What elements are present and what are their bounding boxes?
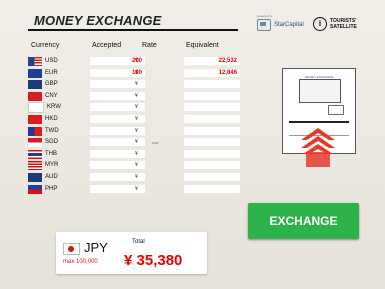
- title-underline: [28, 29, 238, 31]
- starcapital-name: StarCapital: [274, 22, 304, 28]
- currency-code: USD: [45, 58, 58, 64]
- rate-yen-symbol: ¥: [135, 186, 138, 192]
- column-header-equivalent: Equivalent: [186, 42, 219, 49]
- sgd-flag-icon: [28, 137, 42, 147]
- currency-code: TWD: [45, 128, 59, 134]
- total-amount: ¥ 35,380: [124, 252, 183, 269]
- twd-flag-icon: [28, 126, 42, 136]
- rate-yen-symbol: ¥: [135, 162, 138, 168]
- insert-arrow-icon: [301, 128, 335, 167]
- currency-code: THB: [45, 151, 57, 157]
- column-header-rate: Rate: [142, 42, 157, 49]
- eur-flag-icon: [28, 68, 42, 78]
- rate-yen-symbol: ¥: [135, 174, 138, 180]
- rate-yen-symbol: ¥: [135, 104, 138, 110]
- currency-code: HKD: [45, 116, 58, 122]
- starcapital-mark-icon: [257, 19, 271, 31]
- currency-row-twd: TWD¥¥: [28, 126, 240, 136]
- currency-row-thb: THB¥¥: [28, 149, 240, 159]
- brand-line2: SATELLITE: [330, 24, 357, 30]
- krw-flag-icon: [28, 101, 44, 113]
- equivalent-amount-field: [184, 127, 240, 135]
- exchange-button[interactable]: EXCHANGE: [248, 203, 359, 239]
- currency-code: GBP: [45, 81, 58, 87]
- column-header-currency: Currency: [31, 42, 60, 49]
- hkd-flag-icon: [28, 114, 42, 124]
- starcapital-tagline: powered by: [257, 14, 273, 18]
- machine-screen: [299, 79, 341, 103]
- currency-code: PHP: [45, 186, 58, 192]
- rate-yen-symbol: ¥: [135, 93, 138, 99]
- total-currency: JPY: [84, 240, 108, 255]
- machine-panel: [328, 105, 344, 115]
- rate-yen-symbol: ¥: [135, 70, 138, 76]
- total-label: Total: [132, 239, 145, 245]
- equivalent-amount-field: [184, 103, 240, 111]
- currency-row-cny: CNY¥¥: [28, 91, 240, 101]
- currency-code: AUD: [45, 174, 58, 180]
- myr-flag-icon: [28, 160, 42, 170]
- currency-row-usd: USD200¥¥22,532: [28, 56, 240, 66]
- equivalent-amount-field: [184, 80, 240, 88]
- japan-flag-icon: [63, 243, 80, 255]
- rate-marker: ·USD: [151, 141, 159, 145]
- currency-row-krw: KRW¥¥: [28, 101, 240, 113]
- currency-code: EUR: [45, 70, 58, 76]
- currency-row-php: PHP¥¥: [28, 184, 240, 194]
- rate-yen-symbol: ¥: [135, 81, 138, 87]
- currency-code: CNY: [45, 93, 58, 99]
- info-circle-icon: i: [313, 17, 327, 31]
- rate-yen-symbol: ¥: [135, 128, 138, 134]
- currency-row-myr: MYR¥¥: [28, 160, 240, 170]
- aud-flag-icon: [28, 172, 42, 182]
- currency-row-aud: AUD¥¥: [28, 172, 240, 182]
- exchange-screen: MONEY EXCHANGE powered by StarCapital i …: [0, 0, 385, 289]
- max-amount: max 100,000: [63, 259, 98, 265]
- brand-name: TOURISTS' SATELLITE: [330, 18, 357, 30]
- equivalent-amount-field: [184, 173, 240, 181]
- rate-yen-symbol: ¥: [135, 151, 138, 157]
- equivalent-amount-field: [184, 115, 240, 123]
- rate-yen-symbol: ¥: [135, 58, 138, 64]
- starcapital-logo: powered by StarCapital: [257, 14, 304, 31]
- currency-code: KRW: [47, 104, 61, 110]
- total-panel: JPY Total max 100,000 ¥ 35,380: [56, 232, 207, 274]
- column-header-accepted: Accepted: [92, 42, 122, 49]
- currency-row-sgd: SGD¥¥: [28, 137, 240, 147]
- page-title: MONEY EXCHANGE: [34, 13, 162, 28]
- gbp-flag-icon: [28, 79, 42, 89]
- rate-yen-symbol: ¥: [135, 139, 138, 145]
- tourists-satellite-logo: i TOURISTS' SATELLITE: [313, 17, 357, 31]
- php-flag-icon: [28, 184, 42, 194]
- equivalent-amount-field: [184, 92, 240, 100]
- equivalent-amount-field: 22,532: [184, 57, 240, 65]
- currency-code: MYR: [45, 162, 59, 168]
- equivalent-amount-field: [184, 161, 240, 169]
- equivalent-amount-field: 12,846: [184, 69, 240, 77]
- machine-slot: [289, 121, 349, 123]
- currency-code: SGD: [45, 139, 59, 145]
- currency-row-hkd: HKD¥¥: [28, 114, 240, 124]
- equivalent-amount-field: [184, 185, 240, 193]
- rate-yen-symbol: ¥: [135, 116, 138, 122]
- usd-flag-icon: [28, 56, 42, 66]
- equivalent-amount-field: [184, 150, 240, 158]
- thb-flag-icon: [28, 149, 42, 159]
- equivalent-amount-field: [184, 138, 240, 146]
- currency-row-gbp: GBP¥¥: [28, 79, 240, 89]
- currency-row-eur: EUR100¥¥12,846: [28, 68, 240, 78]
- cny-flag-icon: [28, 91, 42, 101]
